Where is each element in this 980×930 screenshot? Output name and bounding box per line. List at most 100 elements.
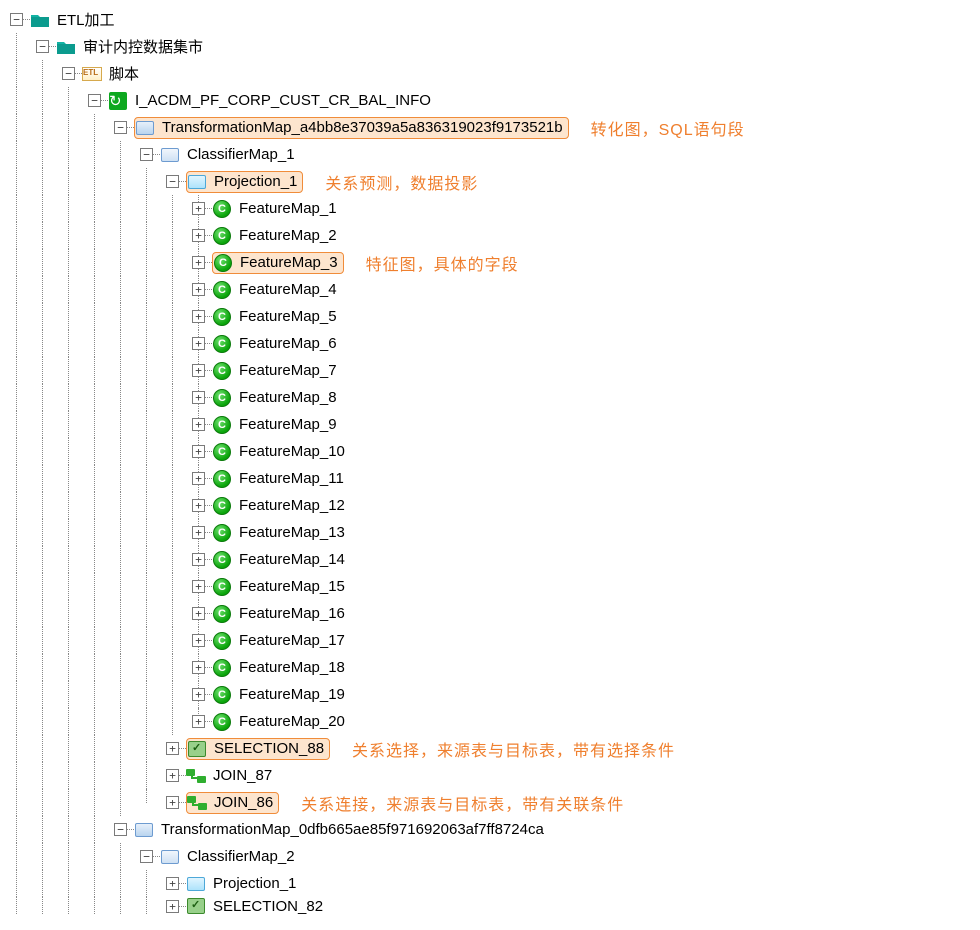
expand-icon[interactable]: + [166, 742, 179, 755]
expand-icon[interactable]: + [192, 634, 205, 647]
tree-label: ClassifierMap_1 [184, 145, 298, 164]
tree-item-featuremap[interactable]: +CFeatureMap_3特征图，具体的字段 [4, 249, 976, 276]
tree-item-featuremap[interactable]: +CFeatureMap_20 [4, 708, 976, 735]
tree-item-featuremap[interactable]: +CFeatureMap_8 [4, 384, 976, 411]
tree-item-featuremap[interactable]: +CFeatureMap_15 [4, 573, 976, 600]
tree-item-featuremap[interactable]: + CFeatureMap_12 [4, 492, 976, 519]
tree-item-etl-root[interactable]: − ETL加工 [4, 6, 976, 33]
tree-item-featuremap[interactable]: +CFeatureMap_7 [4, 357, 976, 384]
join-icon [186, 766, 206, 786]
tree-item-transformation-map-2[interactable]: − TransformationMap_0dfb665ae85f97169206… [4, 816, 976, 843]
join-icon [187, 793, 207, 813]
tree-label: FeatureMap_6 [236, 334, 340, 353]
collapse-icon[interactable]: − [88, 94, 101, 107]
folder-icon [56, 37, 76, 57]
tree-label: Projection_1 [211, 172, 300, 191]
tree-item-classifier-map-2[interactable]: − ClassifierMap_2 [4, 843, 976, 870]
tree-label: ETL加工 [54, 8, 118, 31]
annotation-feature: 特征图，具体的字段 [366, 251, 519, 275]
collapse-icon[interactable]: − [140, 148, 153, 161]
tree-label: FeatureMap_1 [236, 199, 340, 218]
expand-icon[interactable]: + [166, 900, 179, 913]
expand-icon[interactable]: + [192, 661, 205, 674]
expand-icon[interactable]: + [192, 256, 205, 269]
collapse-icon[interactable]: − [36, 40, 49, 53]
tree-item-transformation-map-1[interactable]: − TransformationMap_a4bb8e37039a5a836319… [4, 114, 976, 141]
expand-icon[interactable]: + [192, 580, 205, 593]
tree-item-featuremap[interactable]: +CFeatureMap_4 [4, 276, 976, 303]
tree-item-featuremap[interactable]: +CFeatureMap_5 [4, 303, 976, 330]
collapse-icon[interactable]: − [10, 13, 23, 26]
feature-c-icon: C [212, 307, 232, 327]
tree-item-datamart[interactable]: − 审计内控数据集市 [4, 33, 976, 60]
tree-label: FeatureMap_11 [236, 469, 347, 488]
tree-label: 脚本 [106, 62, 142, 85]
tree-label: FeatureMap_12 [236, 496, 348, 515]
tree-item-featuremap[interactable]: +CFeatureMap_9 [4, 411, 976, 438]
tree-item-featuremap[interactable]: +CFeatureMap_11 [4, 465, 976, 492]
expand-icon[interactable]: + [192, 283, 205, 296]
tree-item-featuremap[interactable]: +CFeatureMap_16 [4, 600, 976, 627]
tree-item-script[interactable]: − ETL 脚本 [4, 60, 976, 87]
tree-label: FeatureMap_18 [236, 658, 348, 677]
tree-item-featuremap[interactable]: +CFeatureMap_2 [4, 222, 976, 249]
annotation-projection: 关系预测，数据投影 [325, 170, 478, 194]
tree-item-classifier-map-1[interactable]: − ClassifierMap_1 [4, 141, 976, 168]
tree-item-featuremap[interactable]: +CFeatureMap_13 [4, 519, 976, 546]
tree-label: FeatureMap_4 [236, 280, 340, 299]
expand-icon[interactable]: + [192, 688, 205, 701]
collapse-icon[interactable]: − [114, 823, 127, 836]
tree-label: FeatureMap_19 [236, 685, 348, 704]
tree-label: SELECTION_82 [210, 897, 326, 915]
expand-icon[interactable]: + [192, 472, 205, 485]
tree-item-featuremap[interactable]: +CFeatureMap_6 [4, 330, 976, 357]
expand-icon[interactable]: + [192, 418, 205, 431]
tree-label: TransformationMap_0dfb665ae85f971692063a… [158, 820, 547, 839]
collapse-icon[interactable]: − [62, 67, 75, 80]
feature-c-icon: C [212, 496, 232, 516]
expand-icon[interactable]: + [192, 391, 205, 404]
collapse-icon[interactable]: − [140, 850, 153, 863]
expand-icon[interactable]: + [192, 499, 205, 512]
feature-c-icon: C [212, 388, 232, 408]
tree-item-join-86[interactable]: + JOIN_86 关系连接，来源表与目标表，带有关联条件 [4, 789, 976, 816]
expand-icon[interactable]: + [166, 769, 179, 782]
feature-c-icon: C [212, 442, 232, 462]
tree-item-projection-1[interactable]: − Projection_1 关系预测，数据投影 [4, 168, 976, 195]
map-icon [135, 118, 155, 138]
tree-label: ClassifierMap_2 [184, 847, 298, 866]
expand-icon[interactable]: + [192, 364, 205, 377]
expand-icon[interactable]: + [192, 310, 205, 323]
expand-icon[interactable]: + [166, 877, 179, 890]
tree-item-projection-1b[interactable]: + Projection_1 [4, 870, 976, 897]
expand-icon[interactable]: + [192, 202, 205, 215]
tree-item-selection-82[interactable]: + SELECTION_82 [4, 897, 976, 915]
feature-c-icon: C [213, 253, 233, 273]
tree-item-featuremap[interactable]: +CFeatureMap_19 [4, 681, 976, 708]
feature-c-icon: C [212, 550, 232, 570]
tree-label: FeatureMap_20 [236, 712, 348, 731]
expand-icon[interactable]: + [192, 526, 205, 539]
tree-item-selection-88[interactable]: + SELECTION_88 关系选择，来源表与目标表，带有选择条件 [4, 735, 976, 762]
tree-item-join-87[interactable]: + JOIN_87 [4, 762, 976, 789]
tree-item-featuremap[interactable]: +CFeatureMap_14 [4, 546, 976, 573]
expand-icon[interactable]: + [192, 715, 205, 728]
expand-icon[interactable]: + [192, 337, 205, 350]
folder-icon [30, 10, 50, 30]
etl-icon: ETL [82, 64, 102, 84]
collapse-icon[interactable]: − [166, 175, 179, 188]
tree-item-job[interactable]: − ↻ I_ACDM_PF_CORP_CUST_CR_BAL_INFO [4, 87, 976, 114]
expand-icon[interactable]: + [192, 553, 205, 566]
tree-item-featuremap[interactable]: +CFeatureMap_10 [4, 438, 976, 465]
tree-label: FeatureMap_15 [236, 577, 348, 596]
map-icon [134, 820, 154, 840]
expand-icon[interactable]: + [192, 607, 205, 620]
tree-item-featuremap[interactable]: +CFeatureMap_17 [4, 627, 976, 654]
expand-icon[interactable]: + [166, 796, 179, 809]
tree-item-featuremap[interactable]: +CFeatureMap_1 [4, 195, 976, 222]
expand-icon[interactable]: + [192, 445, 205, 458]
collapse-icon[interactable]: − [114, 121, 127, 134]
expand-icon[interactable]: + [192, 229, 205, 242]
tree-label: FeatureMap_7 [236, 361, 340, 380]
tree-item-featuremap[interactable]: +CFeatureMap_18 [4, 654, 976, 681]
